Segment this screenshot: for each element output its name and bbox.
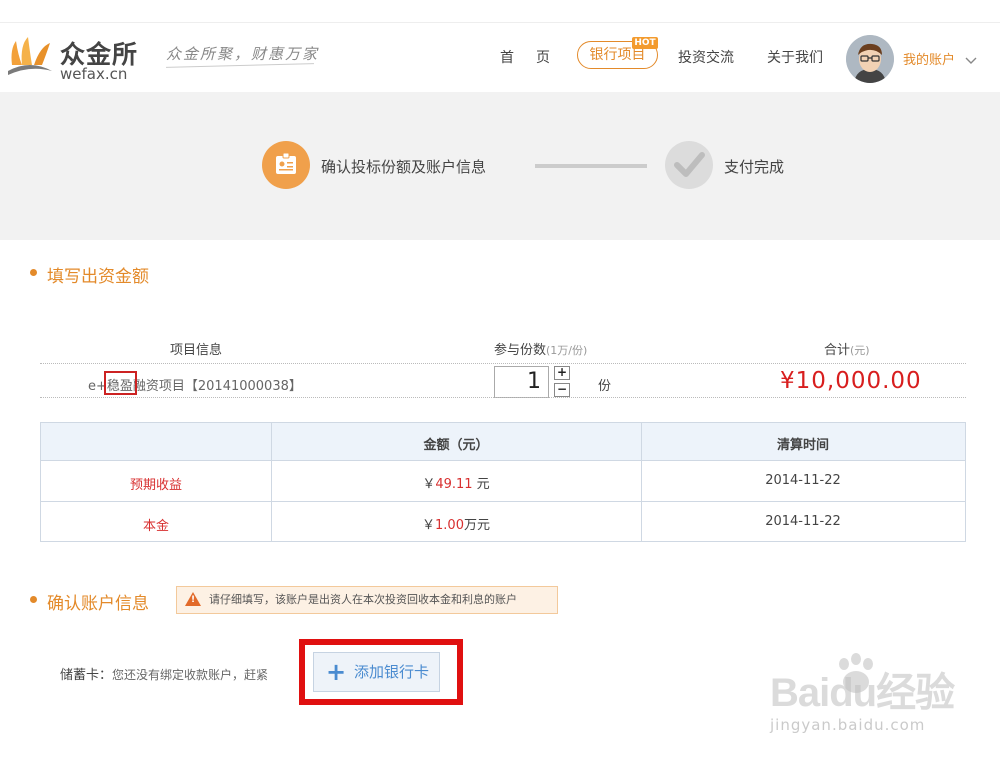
logo-icon[interactable] — [6, 35, 54, 81]
returns-table: 金额（元） 清算时间 预期收益 ￥49.11 元 2014-11-22 本金 ￥… — [40, 422, 966, 542]
checkmark-icon — [665, 141, 713, 189]
row-expected-return-label: 预期收益 — [129, 478, 182, 493]
add-bank-card-label: 添加银行卡 — [354, 663, 430, 681]
section-bullet — [30, 269, 37, 276]
row-expected-return-amount: ￥49.11 元 — [271, 473, 641, 492]
currency-symbol: ￥ — [422, 518, 436, 533]
col-shares-label: 参与份数 — [494, 343, 547, 358]
divider — [40, 397, 966, 398]
col-total-unit: (元) — [850, 344, 870, 357]
amount-unit: 元 — [472, 477, 490, 492]
my-account-menu[interactable]: 我的账户 — [903, 49, 977, 68]
header-settlement-time: 清算时间 — [776, 438, 829, 453]
user-avatar-icon — [846, 35, 894, 83]
savings-card-row: 储蓄卡：您还没有绑定收款账户，赶紧 — [60, 664, 268, 683]
nav-about-us[interactable]: 关于我们 — [767, 47, 823, 67]
fill-amount-title: 填写出资金额 — [47, 267, 149, 287]
watermark: Baidu经验 — [770, 671, 955, 715]
highlight-box — [104, 371, 137, 395]
col-shares: 参与份数(1万/份) — [494, 339, 587, 358]
id-card-icon — [262, 141, 310, 189]
amount-unit: 万元 — [463, 518, 490, 533]
plus-icon: + — [326, 658, 347, 686]
header-amount: 金额（元） — [423, 438, 489, 453]
col-total-label: 合计 — [824, 343, 851, 358]
col-shares-unit: (1万/份) — [546, 344, 588, 357]
col-project-info: 项目信息 — [170, 343, 223, 358]
slogan: 众金所聚，财惠万家 — [166, 45, 320, 63]
quantity-decrement-button[interactable]: − — [554, 383, 570, 397]
divider — [40, 363, 966, 364]
col-total: 合计(元) — [824, 339, 870, 358]
confirm-account-title: 确认账户信息 — [47, 594, 149, 614]
step-connector — [535, 164, 647, 168]
row-divider — [41, 501, 965, 502]
step-complete-label: 支付完成 — [724, 158, 785, 176]
savings-card-label: 储蓄卡： — [60, 668, 113, 683]
progress-steps: 确认投标份额及账户信息 支付完成 — [0, 92, 1000, 240]
nav-invest-exchange[interactable]: 投资交流 — [678, 47, 734, 67]
no-card-text: 您还没有绑定收款账户，赶紧 — [112, 668, 269, 682]
total-amount: ¥10,000.00 — [780, 368, 922, 394]
row-expected-return-date: 2014-11-22 — [765, 473, 841, 488]
quantity-unit: 份 — [598, 379, 612, 394]
watermark-url: jingyan.baidu.com — [770, 716, 926, 734]
row-principal-label: 本金 — [142, 519, 169, 534]
brand-domain: wefax.cn — [60, 65, 128, 83]
quantity-input[interactable]: 1 — [494, 366, 549, 398]
warning-banner: ! 请仔细填写，该账户是出资人在本次投资回收本金和利息的账户 — [176, 586, 558, 614]
site-header: 众金所 wefax.cn 众金所聚，财惠万家 首页 银行项目 HOT 投资交流 … — [0, 22, 1000, 92]
section-bullet — [30, 596, 37, 603]
quantity-increment-button[interactable]: + — [554, 366, 570, 380]
row-principal-amount: ￥1.00万元 — [271, 514, 641, 533]
chevron-down-icon — [965, 57, 977, 64]
avatar[interactable] — [846, 35, 894, 83]
warning-icon: ! — [185, 592, 201, 606]
amount-value: 49.11 — [435, 477, 473, 492]
row-principal-date: 2014-11-22 — [765, 514, 841, 529]
amount-value: 1.00 — [435, 518, 464, 533]
warning-text: 请仔细填写，该账户是出资人在本次投资回收本金和利息的账户 — [209, 593, 517, 606]
my-account-label: 我的账户 — [903, 53, 956, 68]
step-confirm-label: 确认投标份额及账户信息 — [321, 158, 487, 176]
currency-symbol: ￥ — [422, 477, 436, 492]
add-bank-card-button[interactable]: + 添加银行卡 — [313, 652, 440, 692]
hot-badge: HOT — [632, 37, 658, 49]
nav-home[interactable]: 首页 — [500, 47, 572, 67]
